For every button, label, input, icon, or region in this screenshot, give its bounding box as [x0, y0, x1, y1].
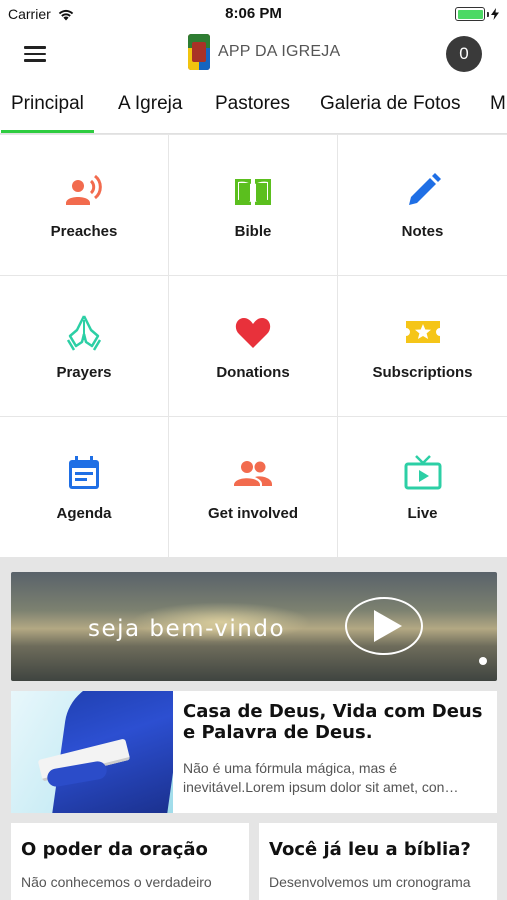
menu-item-bible[interactable]: Bible [169, 135, 338, 276]
menu-item-label: Live [407, 504, 438, 522]
menu-item-label: Subscriptions [372, 363, 473, 381]
menu-item-live[interactable]: Live [338, 417, 507, 558]
post-card[interactable]: O poder da oração Não conhecemos o verda… [11, 823, 249, 900]
menu-item-label: Bible [234, 222, 272, 240]
menu-item-agenda[interactable]: Agenda [0, 417, 169, 558]
brand: APP DA IGREJA [188, 34, 340, 70]
menu-item-preaches[interactable]: Preaches [0, 135, 169, 276]
tab-pastores[interactable]: Pastores [215, 78, 290, 133]
tab-a-igreja[interactable]: A Igreja [118, 78, 182, 133]
tab-more[interactable]: M [490, 78, 506, 133]
charging-icon [491, 8, 499, 20]
post-card[interactable]: Você já leu a bíblia? Desenvolvemos um c… [259, 823, 497, 900]
menu-item-label: Notes [401, 222, 444, 240]
menu-item-donations[interactable]: Donations [169, 276, 338, 417]
clock: 8:06 PM [225, 5, 282, 22]
post-title: O poder da oração [21, 839, 208, 860]
play-icon[interactable] [345, 597, 423, 655]
banner-text: seja bem-vindo [88, 616, 286, 642]
tab-principal[interactable]: Principal [1, 78, 94, 133]
menu-item-label: Prayers [56, 363, 112, 381]
battery-icon [455, 7, 499, 21]
heart-icon [235, 317, 271, 348]
group-icon [234, 460, 272, 486]
menu-item-label: Preaches [50, 222, 118, 240]
article-title: Casa de Deus, Vida com Deus e Palavra de… [183, 701, 483, 743]
menu-item-get-involved[interactable]: Get involved [169, 417, 338, 558]
ticket-star-icon [405, 320, 440, 343]
menu-item-label: Get involved [207, 504, 299, 522]
post-description: Não conhecemos o verdadeiro [21, 874, 212, 890]
feed: seja bem-vindo Casa de Deus, Vida com De… [0, 557, 507, 900]
tab-bar: Principal A Igreja Pastores Galeria de F… [0, 78, 507, 134]
tab-galeria-de-fotos[interactable]: Galeria de Fotos [320, 78, 460, 133]
pencil-icon [408, 172, 441, 205]
app-header: APP DA IGREJA 0 [0, 28, 507, 78]
article-description: Não é uma fórmula mágica, mas é inevitáv… [183, 760, 459, 795]
hamburger-menu-icon[interactable] [24, 42, 56, 66]
menu-item-notes[interactable]: Notes [338, 135, 507, 276]
cart-badge[interactable]: 0 [446, 36, 482, 72]
calendar-icon [69, 455, 99, 489]
app-title: APP DA IGREJA [218, 43, 341, 60]
carrier-label: Carrier [8, 6, 51, 22]
praying-hands-icon [66, 314, 102, 351]
welcome-video-banner[interactable]: seja bem-vindo [11, 572, 497, 681]
tv-play-icon [404, 454, 441, 489]
wifi-icon [58, 9, 73, 20]
status-bar: Carrier 8:06 PM [0, 0, 507, 28]
menu-item-prayers[interactable]: Prayers [0, 276, 169, 417]
menu-grid: Preaches Bible Notes Prayers Donations S… [0, 134, 507, 558]
app-logo [188, 34, 210, 70]
menu-item-label: Agenda [56, 504, 112, 522]
book-icon [235, 178, 271, 205]
post-title: Você já leu a bíblia? [269, 839, 471, 860]
carousel-indicator[interactable] [479, 657, 487, 665]
article-thumbnail [11, 691, 173, 813]
menu-item-subscriptions[interactable]: Subscriptions [338, 276, 507, 417]
post-description: Desenvolvemos um cronograma [269, 874, 471, 890]
preach-icon [66, 174, 102, 205]
article-card[interactable]: Casa de Deus, Vida com Deus e Palavra de… [11, 691, 497, 813]
menu-item-label: Donations [216, 363, 290, 381]
